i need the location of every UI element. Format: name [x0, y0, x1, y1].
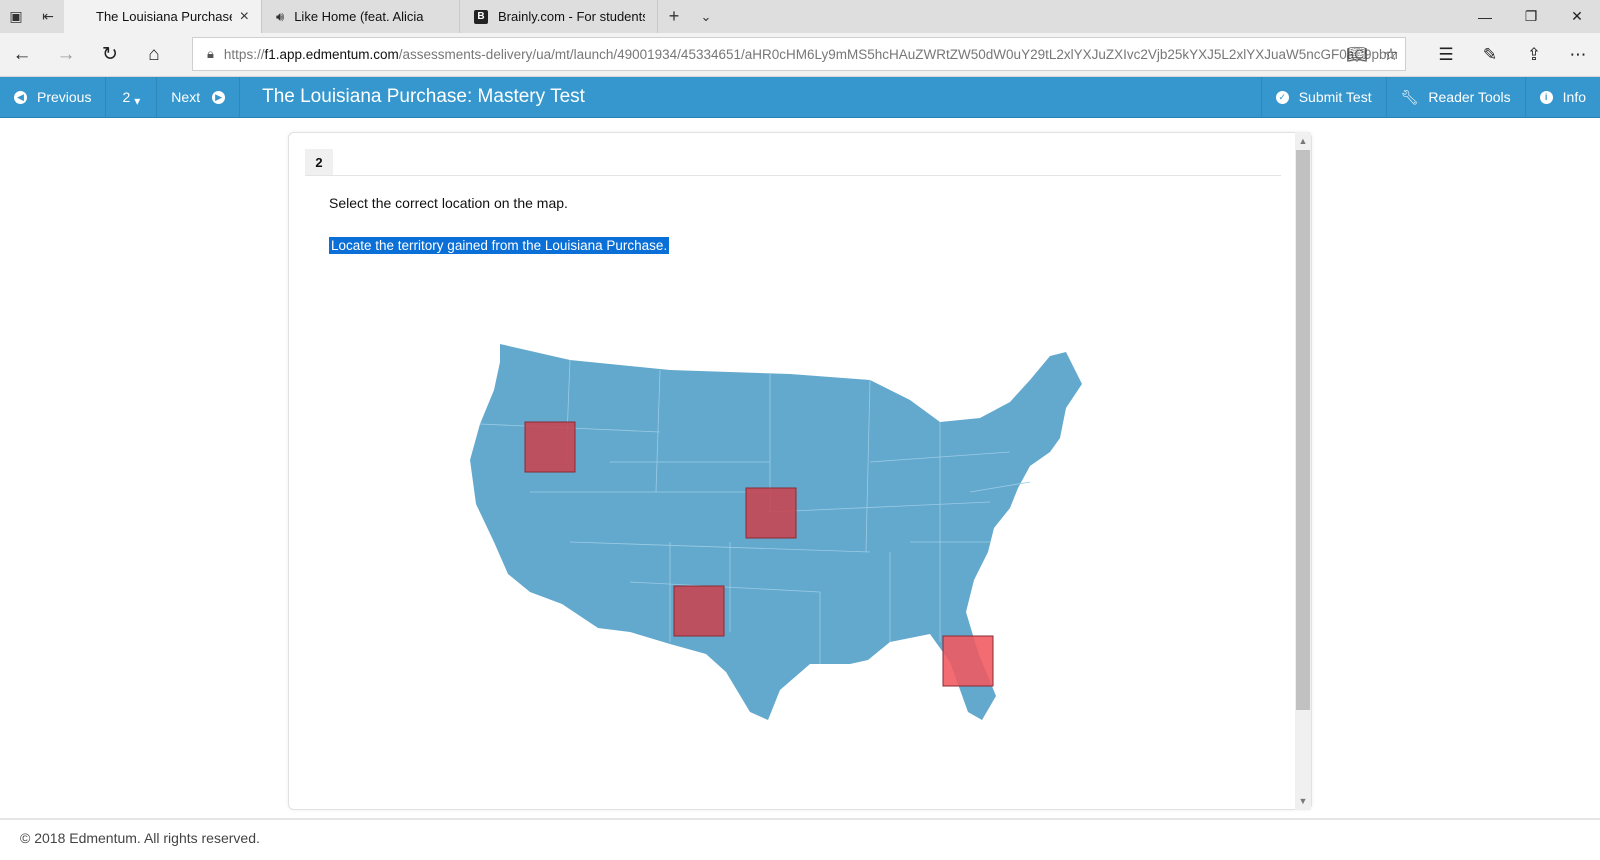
submit-label: Submit Test	[1298, 89, 1372, 105]
previous-label: Previous	[37, 89, 92, 105]
previous-button[interactable]: ◀ Previous	[0, 77, 107, 117]
hotspot-southwest[interactable]	[673, 585, 725, 637]
hotspot-great-plains[interactable]	[745, 487, 797, 539]
browser-tab-bar: ▣ ⇤ The Louisiana Purchase: × 🔊︎ Like Ho…	[0, 0, 1600, 33]
info-button[interactable]: i Info	[1524, 77, 1600, 117]
tab-title: Brainly.com - For students.	[498, 9, 645, 24]
close-window-icon[interactable]: ✕	[1554, 0, 1600, 33]
lock-icon: 🔒︎	[207, 46, 214, 61]
info-label: Info	[1562, 89, 1586, 105]
question-number-badge: 2	[305, 149, 333, 175]
url-input[interactable]: 🔒︎ https://f1.app.edmentum.com/assessmen…	[192, 37, 1406, 71]
favorite-star-icon[interactable]: ☆	[1374, 45, 1408, 65]
scroll-down-icon[interactable]: ▼	[1295, 794, 1311, 808]
window-controls: — ❐ ✕	[1462, 0, 1600, 33]
browser-tab-louisiana[interactable]: The Louisiana Purchase: ×	[64, 0, 262, 33]
chevron-down-icon: ▾	[134, 94, 141, 108]
us-map	[470, 344, 1082, 720]
test-toolbar: ◀ Previous 2 ▾ Next ▶ The Louisiana Purc…	[0, 77, 1600, 118]
new-tab-icon[interactable]: +	[658, 0, 690, 33]
set-aside-tabs-icon[interactable]: ⇤	[32, 0, 64, 33]
speaker-icon: 🔊︎	[276, 8, 285, 24]
forward-icon[interactable]: →	[44, 33, 88, 77]
footer-copyright: © 2018 Edmentum. All rights reserved.	[20, 830, 260, 846]
reader-tools-label: Reader Tools	[1428, 89, 1511, 105]
arrow-right-icon: ▶	[212, 90, 226, 104]
more-icon[interactable]: ⋯	[1556, 33, 1600, 77]
footer-divider	[0, 818, 1600, 820]
next-button[interactable]: Next ▶	[157, 77, 241, 117]
scroll-up-icon[interactable]: ▲	[1295, 134, 1311, 148]
check-circle-icon: ✓	[1275, 90, 1289, 104]
browser-tools: ☰ ✎ ⇪ ⋯	[1424, 33, 1600, 77]
url-prefix: https://	[223, 46, 265, 62]
refresh-icon[interactable]: ↻	[88, 33, 132, 77]
question-number-dropdown[interactable]: 2 ▾	[106, 77, 158, 117]
wrench-icon: 🔧︎	[1400, 88, 1419, 105]
submit-test-button[interactable]: ✓ Submit Test	[1260, 77, 1386, 117]
favorites-hub-icon[interactable]: ☰	[1424, 33, 1468, 77]
panel-scrollbar[interactable]: ▲ ▼	[1295, 132, 1311, 810]
arrow-left-icon: ◀	[14, 90, 27, 104]
close-icon[interactable]: ×	[240, 8, 249, 26]
info-icon: i	[1539, 90, 1553, 104]
tab-sets-icon[interactable]: ▣	[0, 0, 32, 33]
brainly-logo-icon: B	[474, 9, 488, 24]
url-host: f1.app.edmentum.com	[264, 46, 399, 62]
next-label: Next	[171, 89, 201, 105]
reader-tools-button[interactable]: 🔧︎ Reader Tools	[1385, 77, 1525, 117]
toolbar-right-group: ✓ Submit Test 🔧︎ Reader Tools i Info	[1260, 77, 1600, 117]
url-actions: 📖︎ ☆	[1340, 33, 1408, 77]
minimize-icon[interactable]: —	[1462, 0, 1508, 33]
browser-tab-brainly[interactable]: B Brainly.com - For students.	[460, 0, 658, 33]
question-number: 2	[122, 89, 131, 105]
divider	[305, 175, 1281, 176]
home-icon[interactable]: ⌂	[132, 33, 176, 77]
restore-icon[interactable]: ❐	[1508, 0, 1554, 33]
pen-icon[interactable]: ✎	[1468, 33, 1512, 77]
chevron-down-icon[interactable]: ⌄	[690, 0, 722, 33]
tab-title: The Louisiana Purchase:	[96, 9, 232, 24]
url-path: /assessments-delivery/ua/mt/launch/49001…	[398, 46, 1398, 62]
share-icon[interactable]: ⇪	[1512, 33, 1556, 77]
page-title: The Louisiana Purchase: Mastery Test	[262, 86, 585, 107]
question-instruction: Select the correct location on the map.	[329, 195, 568, 211]
reading-view-icon[interactable]: 📖︎	[1340, 45, 1374, 65]
hotspot-northwest[interactable]	[524, 421, 576, 473]
back-icon[interactable]: ←	[0, 33, 44, 77]
scrollbar-thumb[interactable]	[1296, 150, 1310, 710]
hotspot-florida[interactable]	[942, 635, 994, 687]
browser-address-bar: ← → ↻ ⌂ 🔒︎ https://f1.app.edmentum.com/a…	[0, 33, 1600, 77]
browser-tab-like-home[interactable]: 🔊︎ Like Home (feat. Alicia	[262, 0, 460, 33]
tab-title: Like Home (feat. Alicia	[294, 9, 424, 24]
question-prompt: Locate the territory gained from the Lou…	[329, 237, 670, 254]
